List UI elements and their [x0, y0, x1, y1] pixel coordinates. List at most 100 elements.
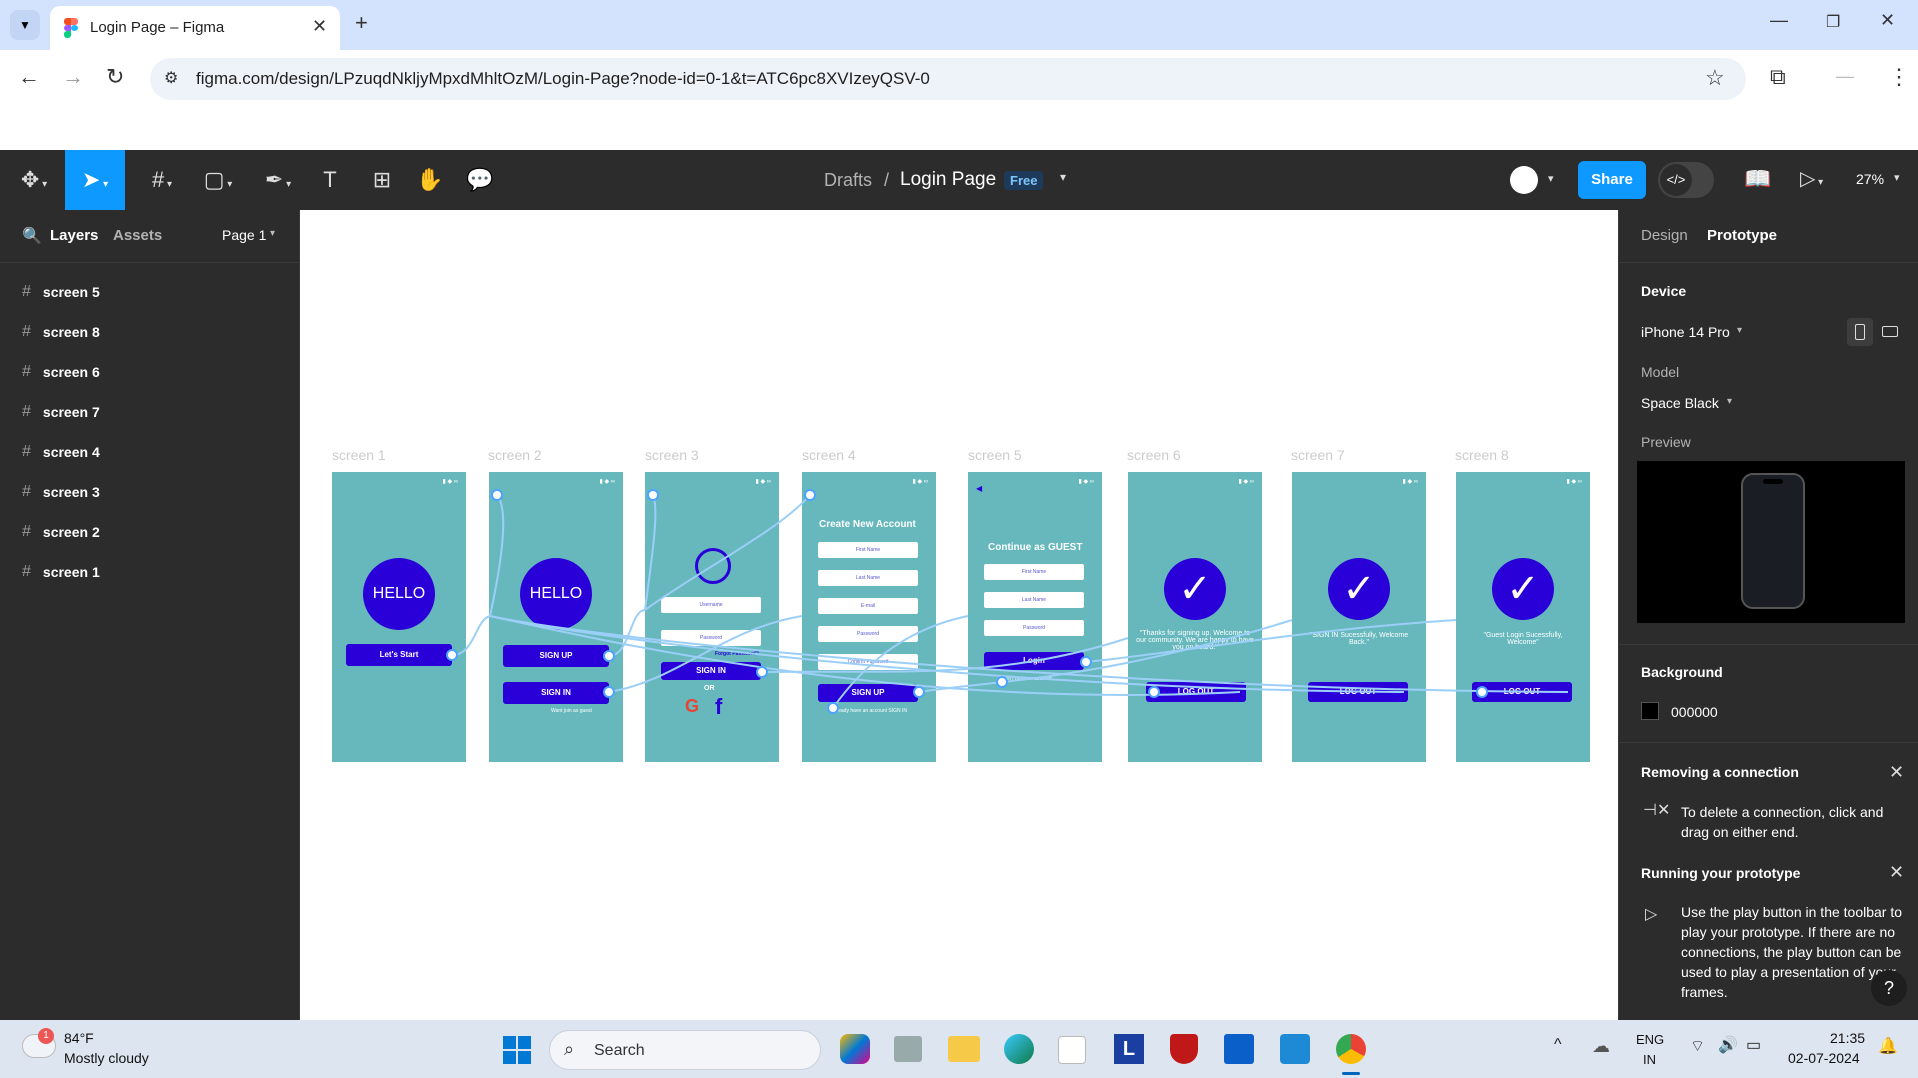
restore-icon[interactable]: ❐ [1826, 12, 1840, 32]
layer-item[interactable]: # screen 1 [0, 552, 300, 592]
connection-handle[interactable] [647, 489, 659, 501]
vscode-icon[interactable] [1280, 1034, 1310, 1064]
hand-tool-icon[interactable]: ✋ [410, 150, 450, 210]
connection-handle[interactable] [603, 650, 615, 662]
close-tab-icon[interactable]: ✕ [312, 16, 327, 37]
weather-desc[interactable]: Mostly cloudy [64, 1050, 149, 1066]
library-book-icon[interactable]: 📖 [1744, 166, 1771, 192]
taskbar-search-box[interactable]: ⌕ Search [549, 1030, 821, 1070]
copilot-icon[interactable] [840, 1034, 870, 1064]
connection-handle[interactable] [603, 686, 615, 698]
page-chevron-icon[interactable]: ▾ [270, 228, 275, 239]
tab-assets[interactable]: Assets [113, 227, 162, 244]
figma-menu-icon[interactable]: ✥ ▾ [12, 150, 56, 210]
comment-tool-icon[interactable]: 💬 [460, 150, 500, 210]
layer-item[interactable]: # screen 2 [0, 512, 300, 552]
connection-handle[interactable] [804, 489, 816, 501]
share-button[interactable]: Share [1578, 161, 1646, 199]
tab-design[interactable]: Design [1641, 227, 1688, 244]
browser-tab[interactable]: Login Page – Figma ✕ [50, 6, 340, 50]
layer-item[interactable]: # screen 8 [0, 312, 300, 352]
close-window-icon[interactable]: ✕ [1880, 10, 1895, 31]
site-info-icon[interactable]: ⚙ [164, 68, 178, 88]
device-select[interactable]: iPhone 14 Pro [1641, 324, 1730, 340]
connection-handle[interactable] [1148, 686, 1160, 698]
text-tool-icon[interactable]: T [310, 150, 350, 210]
blue-app-icon[interactable] [1224, 1034, 1254, 1064]
file-explorer-icon[interactable] [948, 1036, 980, 1062]
shape-tool-icon[interactable]: ▢ ▾ [196, 150, 240, 210]
file-name[interactable]: Login Page [900, 169, 996, 191]
weather-temp[interactable]: 84°F [64, 1030, 94, 1046]
clock-time[interactable]: 21:35 [1830, 1030, 1865, 1046]
url-bar[interactable]: ⚙ figma.com/design/LPzuqdNkljyMpxdMhltOz… [150, 58, 1746, 100]
tab-list-dropdown[interactable]: ▼ [10, 10, 40, 40]
onedrive-icon[interactable]: ☁ [1592, 1036, 1610, 1057]
avatar-chevron-icon[interactable]: ▾ [1548, 172, 1554, 185]
resources-icon[interactable]: ⊞ [362, 150, 402, 210]
windows-start-icon[interactable] [503, 1036, 531, 1064]
layer-item[interactable]: # screen 4 [0, 432, 300, 472]
zoom-level[interactable]: 27% [1856, 171, 1884, 187]
pen-tool-icon[interactable]: ✒ ▾ [256, 150, 300, 210]
connection-handle[interactable] [827, 702, 839, 714]
tray-chevron-icon[interactable]: ^ [1554, 1036, 1562, 1054]
present-play-icon[interactable]: ▷ ▾ [1800, 166, 1823, 191]
connection-handle[interactable] [913, 686, 925, 698]
model-chevron-icon[interactable]: ▾ [1727, 396, 1732, 407]
breadcrumb-drafts[interactable]: Drafts [824, 170, 872, 191]
back-icon[interactable]: ← [18, 64, 40, 90]
layer-item[interactable]: # screen 7 [0, 392, 300, 432]
task-view-icon[interactable] [894, 1036, 922, 1062]
ms-store-icon[interactable] [1058, 1036, 1086, 1064]
new-tab-icon[interactable]: + [355, 10, 368, 36]
reload-icon[interactable]: ↻ [106, 64, 124, 90]
edge-browser-icon[interactable] [1004, 1034, 1034, 1064]
zoom-chevron-icon[interactable]: ▾ [1894, 171, 1900, 184]
mcafee-icon[interactable] [1170, 1034, 1198, 1064]
connection-handle[interactable] [1476, 686, 1488, 698]
connection-handle[interactable] [491, 489, 503, 501]
url-text[interactable]: figma.com/design/LPzuqdNkljyMpxdMhltOzM/… [196, 69, 930, 89]
extensions-icon[interactable]: ⧉ [1770, 64, 1786, 90]
chrome-menu-icon[interactable]: ⋮ [1888, 64, 1910, 90]
device-chevron-icon[interactable]: ▾ [1737, 325, 1742, 336]
l-app-icon[interactable]: L [1114, 1034, 1144, 1064]
layer-item[interactable]: # screen 3 [0, 472, 300, 512]
lang-bottom[interactable]: IN [1643, 1052, 1656, 1067]
close-tip-icon[interactable]: ✕ [1889, 762, 1904, 783]
file-menu-chevron-icon[interactable]: ▾ [1060, 170, 1066, 184]
connection-handle[interactable] [996, 676, 1008, 688]
background-hex-input[interactable]: 000000 [1671, 704, 1718, 720]
user-avatar[interactable] [1510, 166, 1538, 194]
portrait-orientation-icon[interactable] [1847, 318, 1873, 346]
connection-handle[interactable] [756, 666, 768, 678]
background-swatch[interactable] [1641, 702, 1659, 720]
search-layers-icon[interactable]: 🔍 [22, 226, 42, 246]
lang-top[interactable]: ENG [1636, 1032, 1664, 1047]
connection-handle[interactable] [1080, 656, 1092, 668]
move-tool-icon[interactable]: ➤ ▾ [65, 150, 125, 210]
model-select[interactable]: Space Black [1641, 395, 1719, 411]
volume-icon[interactable]: 🔊 [1718, 1035, 1738, 1055]
help-button[interactable]: ? [1871, 970, 1907, 1006]
layer-item[interactable]: # screen 6 [0, 352, 300, 392]
design-canvas[interactable]: screen 1 screen 2 screen 3 screen 4 scre… [300, 210, 1618, 1020]
minimize-icon[interactable]: — [1770, 10, 1788, 31]
landscape-orientation-icon[interactable] [1882, 326, 1898, 337]
close-tip-icon[interactable]: ✕ [1889, 862, 1904, 883]
connection-handle[interactable] [446, 649, 458, 661]
bookmark-star-icon[interactable]: ☆ [1705, 65, 1725, 91]
chrome-icon[interactable] [1336, 1034, 1366, 1064]
battery-icon[interactable]: ▭ [1746, 1035, 1761, 1055]
clock-date[interactable]: 02-07-2024 [1788, 1050, 1860, 1066]
notification-bell-icon[interactable]: 🔔 [1878, 1036, 1898, 1056]
forward-icon[interactable]: → [62, 64, 84, 90]
tab-layers[interactable]: Layers [50, 227, 98, 244]
profile-icon[interactable]: — [1836, 66, 1854, 87]
tab-prototype[interactable]: Prototype [1707, 227, 1777, 244]
dev-mode-toggle[interactable]: </> [1658, 162, 1714, 198]
frame-tool-icon[interactable]: # ▾ [140, 150, 184, 210]
page-selector[interactable]: Page 1 [222, 227, 266, 243]
layer-item[interactable]: # screen 5 [0, 272, 300, 312]
